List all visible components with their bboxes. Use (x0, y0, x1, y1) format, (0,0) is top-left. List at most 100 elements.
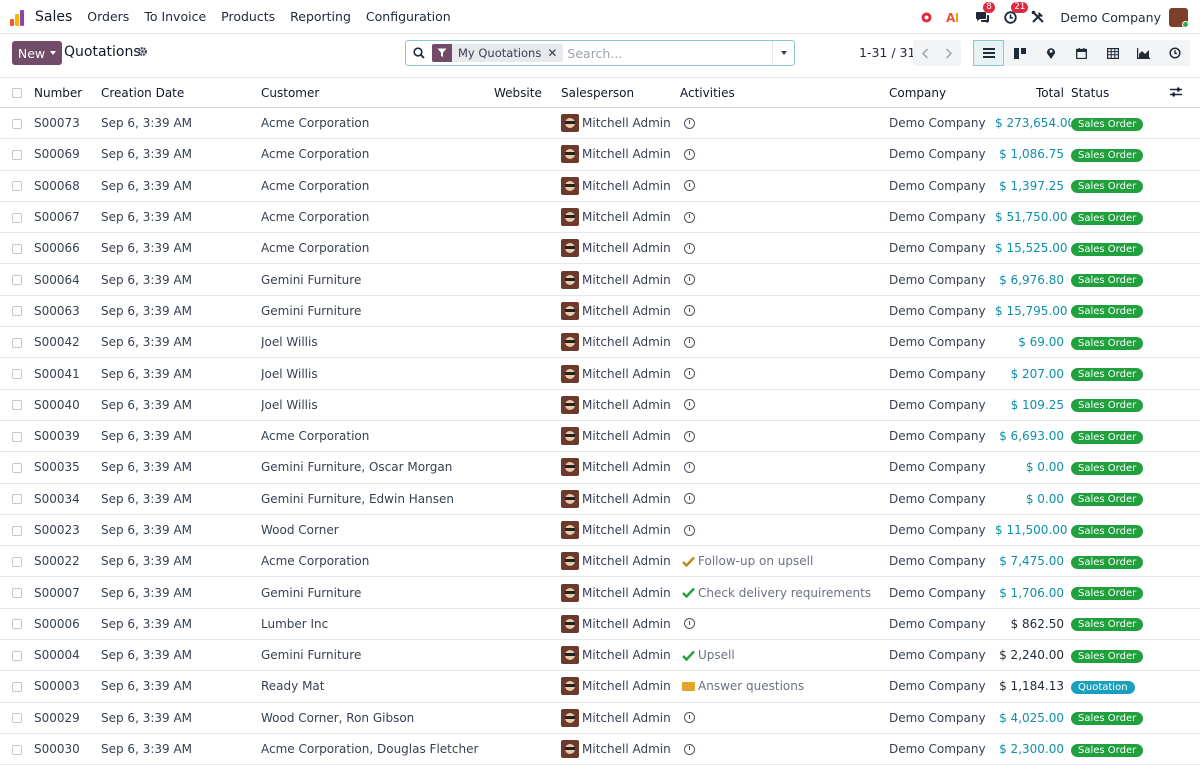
column-activities[interactable]: Activities (680, 78, 889, 108)
sales-app-icon[interactable] (10, 8, 28, 26)
row-checkbox[interactable] (12, 431, 22, 442)
salesperson-avatar[interactable] (561, 489, 579, 508)
schedule-activity-icon[interactable] (684, 336, 695, 348)
salesperson-avatar[interactable] (561, 427, 579, 446)
tools-icon[interactable] (1030, 9, 1046, 25)
calendar-view-button[interactable] (1066, 40, 1097, 66)
table-row[interactable]: S00039 Sep 6, 3:39 AM Acme Corporation Mitc… (0, 420, 1200, 452)
schedule-activity-icon[interactable] (684, 524, 695, 536)
row-checkbox[interactable] (12, 525, 22, 536)
search-options-toggle[interactable] (772, 41, 794, 65)
activity-summary[interactable]: Follow-up on upsell (698, 554, 813, 568)
column-creation-date[interactable]: Creation Date (101, 78, 261, 108)
salesperson-avatar[interactable] (561, 521, 579, 539)
schedule-activity-icon[interactable] (684, 274, 695, 286)
table-row[interactable]: S00004 Sep 6, 3:39 AM Gemini Furniture Mitc… (0, 640, 1200, 671)
schedule-activity-icon[interactable] (684, 618, 695, 630)
select-all-checkbox[interactable] (12, 88, 22, 98)
table-row[interactable]: S00022 Sep 6, 3:39 AM Acme Corporation Mitc… (0, 546, 1200, 577)
pager-previous-button[interactable] (913, 40, 937, 66)
column-total[interactable]: Total (995, 78, 1071, 108)
table-row[interactable]: S00029 Sep 6, 3:39 AM Wood Corner, Ron Gib… (0, 702, 1200, 734)
salesperson-avatar[interactable] (561, 176, 579, 195)
row-checkbox[interactable] (12, 118, 22, 129)
row-checkbox[interactable] (12, 588, 22, 599)
table-row[interactable]: S00034 Sep 6, 3:39 AM Gemini Furniture, Ed… (0, 483, 1200, 515)
row-checkbox[interactable] (12, 650, 22, 661)
salesperson-avatar[interactable] (561, 583, 579, 602)
row-checkbox[interactable] (12, 400, 22, 411)
salesperson-avatar[interactable] (561, 395, 579, 414)
schedule-activity-icon[interactable] (684, 743, 695, 755)
gear-icon[interactable] (137, 46, 148, 60)
salesperson-avatar[interactable] (561, 114, 579, 133)
salesperson-avatar[interactable] (561, 270, 579, 289)
row-checkbox[interactable] (12, 462, 22, 473)
list-view-button[interactable] (973, 40, 1004, 66)
table-row[interactable]: S00041 Sep 6, 3:39 AM Joel Willis Mitchell … (0, 358, 1200, 390)
activities-clock-icon[interactable]: 21 (1002, 2, 1029, 25)
table-row[interactable]: S00063 Sep 6, 3:39 AM Gemini Furniture Mitc… (0, 295, 1200, 327)
table-row[interactable]: S00042 Sep 6, 3:39 AM Joel Willis Mitchell … (0, 327, 1200, 358)
messages-icon[interactable]: 8 (974, 2, 995, 25)
salesperson-avatar[interactable] (561, 364, 579, 383)
salesperson-avatar[interactable] (561, 708, 579, 727)
row-checkbox[interactable] (12, 181, 22, 192)
table-row[interactable]: S00035 Sep 6, 3:39 AM Gemini Furniture, Os… (0, 452, 1200, 484)
row-checkbox[interactable] (12, 212, 22, 223)
schedule-activity-icon[interactable] (684, 368, 695, 380)
activity-summary[interactable]: Answer questions (698, 679, 804, 693)
salesperson-avatar[interactable] (561, 145, 579, 164)
salesperson-avatar[interactable] (561, 552, 579, 571)
table-row[interactable]: S00068 Sep 6, 3:39 AM Acme Corporation Mitc… (0, 170, 1200, 202)
column-salesperson[interactable]: Salesperson (561, 78, 680, 108)
schedule-activity-icon[interactable] (684, 430, 695, 442)
menu-reporting[interactable]: Reporting (290, 9, 351, 24)
row-checkbox[interactable] (12, 619, 22, 630)
row-checkbox[interactable] (12, 369, 22, 380)
graph-view-button[interactable] (1128, 40, 1159, 66)
salesperson-avatar[interactable] (561, 301, 579, 320)
user-avatar[interactable] (1169, 7, 1188, 27)
row-checkbox[interactable] (12, 337, 22, 348)
table-row[interactable]: S00006 Sep 6, 3:39 AM Lumber Inc Mitchell A… (0, 608, 1200, 640)
table-row[interactable]: S00069 Sep 6, 3:39 AM Acme Corporation Mitc… (0, 139, 1200, 171)
salesperson-avatar[interactable] (561, 458, 579, 477)
row-checkbox[interactable] (12, 275, 22, 286)
schedule-activity-icon[interactable] (684, 242, 695, 254)
pager-value[interactable]: 1-31 / 31 (859, 45, 915, 60)
column-number[interactable]: Number (34, 78, 101, 108)
column-website[interactable]: Website (494, 78, 561, 108)
menu-configuration[interactable]: Configuration (366, 9, 451, 24)
row-checkbox[interactable] (12, 713, 22, 724)
remove-facet-icon[interactable]: ✕ (547, 46, 563, 60)
row-checkbox[interactable] (12, 243, 22, 254)
schedule-activity-icon[interactable] (684, 117, 695, 129)
salesperson-avatar[interactable] (561, 740, 579, 759)
salesperson-avatar[interactable] (561, 239, 579, 258)
table-row[interactable]: S00067 Sep 6, 3:39 AM Acme Corporation Mitc… (0, 201, 1200, 233)
activity-summary[interactable]: Check delivery requirements (698, 586, 871, 600)
salesperson-avatar[interactable] (561, 208, 579, 227)
table-row[interactable]: S00003 Sep 6, 3:39 AM Ready Mat Mitchell Ad… (0, 671, 1200, 703)
activity-summary[interactable]: Upsell (698, 648, 735, 662)
kanban-view-button[interactable] (1004, 40, 1035, 66)
row-checkbox[interactable] (12, 494, 22, 505)
pivot-view-button[interactable] (1097, 40, 1128, 66)
table-row[interactable]: S00040 Sep 6, 3:39 AM Joel Willis Mitchell … (0, 389, 1200, 421)
app-name[interactable]: Sales (35, 9, 72, 25)
schedule-activity-icon[interactable] (684, 211, 695, 223)
new-button[interactable]: New (12, 41, 62, 65)
column-customer[interactable]: Customer (261, 78, 494, 108)
menu-orders[interactable]: Orders (87, 9, 129, 24)
row-checkbox[interactable] (12, 681, 22, 692)
table-row[interactable]: S00030 Sep 6, 3:39 AM Acme Corporation, Do… (0, 733, 1200, 765)
search-icon[interactable] (406, 47, 432, 59)
row-checkbox[interactable] (12, 556, 22, 567)
activity-view-button[interactable] (1159, 40, 1190, 66)
column-settings-icon[interactable] (1170, 87, 1182, 97)
table-row[interactable]: S00066 Sep 6, 3:39 AM Acme Corporation Mitc… (0, 233, 1200, 264)
salesperson-avatar[interactable] (561, 333, 579, 352)
ai-icon[interactable]: A (946, 9, 962, 25)
table-row[interactable]: S00007 Sep 6, 3:39 AM Gemini Furniture Mitc… (0, 577, 1200, 609)
